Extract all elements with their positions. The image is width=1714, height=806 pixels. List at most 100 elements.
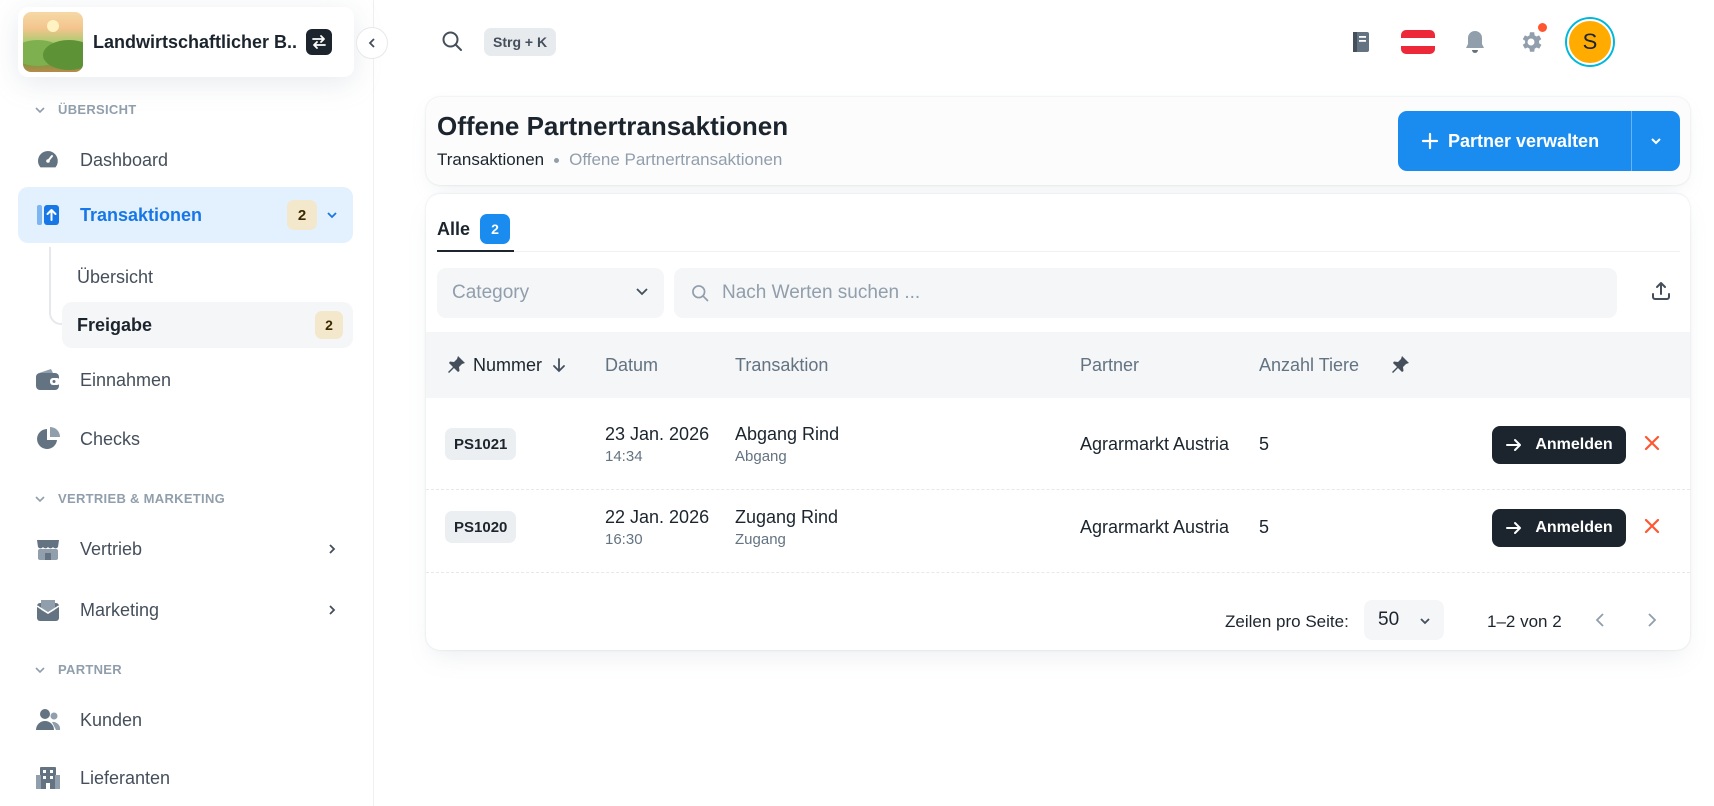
transactions-table-card: Alle 2 Category Nummer Datum Transaktion… xyxy=(426,194,1690,650)
manage-partners-button-group: Partner verwalten xyxy=(1398,111,1680,171)
language-flag-austria-icon[interactable] xyxy=(1396,20,1440,64)
close-icon[interactable] xyxy=(1641,432,1663,459)
release-count-badge: 2 xyxy=(315,311,343,339)
row-transaction-type: Abgang xyxy=(735,447,787,465)
manage-partners-dropdown-button[interactable] xyxy=(1631,111,1680,171)
category-select[interactable]: Category xyxy=(437,268,664,318)
search-input[interactable] xyxy=(722,282,1602,304)
sidebar-item-transactions[interactable]: Transaktionen 2 xyxy=(18,187,353,243)
export-icon[interactable] xyxy=(1650,280,1672,307)
chevron-down-icon xyxy=(1651,138,1661,145)
collapse-sidebar-button[interactable] xyxy=(356,27,388,59)
row-date: 23 Jan. 2026 xyxy=(605,423,710,444)
rows-per-page-label: Zeilen pro Seite: xyxy=(1225,612,1349,631)
sidebar: Landwirtschaftlicher B... ÜBERSICHT Dash… xyxy=(0,0,374,806)
tabs: Alle 2 xyxy=(437,208,1680,252)
row-transaction: Zugang Rind xyxy=(735,506,839,527)
sidebar-item-dashboard[interactable]: Dashboard xyxy=(18,132,353,188)
transaction-number-chip: PS1020 xyxy=(445,511,517,543)
transaction-number-chip: PS1021 xyxy=(445,428,517,460)
column-animal-count[interactable]: Anzahl Tiere xyxy=(1259,332,1359,398)
login-arrow-icon xyxy=(1506,439,1522,451)
sidebar-item-label: Vertrieb xyxy=(80,538,143,559)
column-partner[interactable]: Partner xyxy=(1080,332,1139,398)
section-partner[interactable]: PARTNER xyxy=(34,662,122,677)
breadcrumb-current: Offene Partnertransaktionen xyxy=(569,150,783,169)
building-icon xyxy=(34,764,62,792)
register-button-label: Anmelden xyxy=(1535,519,1613,536)
settings-gear-icon[interactable] xyxy=(1509,20,1553,64)
table-row[interactable]: PS1021 23 Jan. 2026 14:34 Abgang Rind Ab… xyxy=(426,398,1690,490)
row-partner: Agrarmarkt Austria xyxy=(1080,433,1230,454)
sidebar-item-label: Checks xyxy=(80,428,141,449)
tab-all-count: 2 xyxy=(480,214,511,244)
rows-per-page-select[interactable]: 50 xyxy=(1364,600,1444,640)
table-row[interactable]: PS1020 22 Jan. 2026 16:30 Zugang Rind Zu… xyxy=(426,481,1690,573)
section-overview-label: ÜBERSICHT xyxy=(58,102,137,117)
org-switcher[interactable]: Landwirtschaftlicher B... xyxy=(18,7,354,77)
column-number[interactable]: Nummer xyxy=(445,332,568,398)
pagination-range: 1–2 von 2 xyxy=(1487,612,1562,631)
breadcrumb-item[interactable]: Transaktionen xyxy=(437,150,544,170)
rows-per-page-value: 50 xyxy=(1378,609,1400,630)
switch-org-icon[interactable] xyxy=(306,29,332,55)
sidebar-item-income[interactable]: Einnahmen xyxy=(18,352,353,408)
sidebar-subitem-label: Übersicht xyxy=(77,266,154,287)
chevron-down-icon xyxy=(1418,612,1432,634)
users-icon xyxy=(34,706,62,734)
book-icon[interactable] xyxy=(1339,20,1383,64)
org-logo xyxy=(23,12,83,72)
login-arrow-icon xyxy=(1506,522,1522,534)
notification-dot xyxy=(1538,23,1547,32)
section-sales-marketing-label: VERTRIEB & MARKETING xyxy=(58,491,226,506)
page-title: Offene Partnertransaktionen xyxy=(437,111,789,141)
column-transaction[interactable]: Transaktion xyxy=(735,332,828,398)
breadcrumb-separator xyxy=(554,157,560,163)
search-icon[interactable] xyxy=(440,29,464,58)
category-select-placeholder: Category xyxy=(452,282,530,303)
pin-column-icon[interactable] xyxy=(1389,332,1411,398)
sidebar-item-customers[interactable]: Kunden xyxy=(18,692,353,748)
row-transaction-type: Zugang xyxy=(735,530,786,548)
transactions-count-badge: 2 xyxy=(287,200,317,230)
register-button[interactable]: Anmelden xyxy=(1492,426,1626,464)
sidebar-item-label: Einnahmen xyxy=(80,369,172,390)
sidebar-item-label: Transaktionen xyxy=(80,204,203,225)
register-button-label: Anmelden xyxy=(1535,436,1613,453)
page-header-card: Offene Partnertransaktionen Transaktione… xyxy=(426,97,1690,185)
sidebar-item-marketing[interactable]: Marketing xyxy=(18,582,353,638)
tab-all[interactable]: Alle 2 xyxy=(437,208,515,252)
search-shortcut-badge[interactable]: Strg + K xyxy=(484,28,557,56)
sidebar-subitem-overview[interactable]: Übersicht xyxy=(62,254,353,300)
tab-all-label: Alle xyxy=(437,218,471,239)
register-button[interactable]: Anmelden xyxy=(1492,509,1626,547)
table-header: Nummer Datum Transaktion Partner Anzahl … xyxy=(426,332,1690,398)
next-page-icon[interactable] xyxy=(1641,610,1661,635)
sidebar-item-label: Marketing xyxy=(80,599,160,620)
chevron-down-icon xyxy=(634,283,650,305)
column-date[interactable]: Datum xyxy=(605,332,658,398)
mail-icon xyxy=(34,596,62,624)
sidebar-item-suppliers[interactable]: Lieferanten xyxy=(18,750,353,806)
close-icon[interactable] xyxy=(1641,515,1663,542)
chevron-down-icon xyxy=(325,208,339,222)
manage-partners-label: Partner verwalten xyxy=(1448,130,1600,151)
sidebar-item-label: Dashboard xyxy=(80,149,169,170)
section-overview[interactable]: ÜBERSICHT xyxy=(34,102,137,117)
sidebar-subitem-release[interactable]: Freigabe 2 xyxy=(62,302,353,348)
sidebar-item-sales[interactable]: Vertrieb xyxy=(18,521,353,577)
pin-icon xyxy=(448,356,465,373)
manage-partners-button[interactable]: Partner verwalten xyxy=(1398,111,1631,171)
row-date: 22 Jan. 2026 xyxy=(605,506,710,527)
sidebar-item-checks[interactable]: Checks xyxy=(18,411,353,467)
pagination: Zeilen pro Seite: 50 1–2 von 2 xyxy=(426,594,1690,650)
plus-icon xyxy=(1421,132,1439,150)
wallet-icon xyxy=(34,366,62,394)
bell-icon[interactable] xyxy=(1453,20,1497,64)
row-transaction: Abgang Rind xyxy=(735,423,840,444)
user-avatar[interactable]: S xyxy=(1566,18,1614,66)
column-number-label: Nummer xyxy=(473,354,543,375)
previous-page-icon[interactable] xyxy=(1591,610,1611,635)
submenu-tree-line xyxy=(49,247,63,325)
section-sales-marketing[interactable]: VERTRIEB & MARKETING xyxy=(34,491,225,506)
